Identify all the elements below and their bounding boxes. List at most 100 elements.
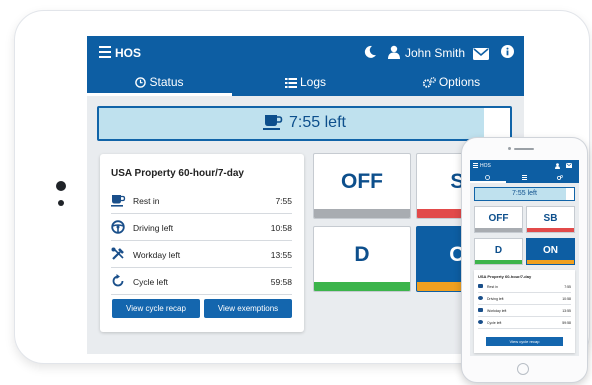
phone-tab-bar — [470, 172, 579, 183]
coffee-cup-icon — [478, 284, 483, 288]
cycle-icon — [112, 274, 124, 287]
list-icon — [522, 175, 527, 180]
hos-summary-card: USA Property 60-hour/7-day Rest in 7:55 … — [100, 154, 304, 332]
tab-logs-label: Logs — [299, 75, 327, 89]
tablet-camera — [56, 181, 66, 191]
summary-row-rest: Rest in 7:55 — [111, 187, 292, 214]
phone-hamburger-menu-icon[interactable] — [473, 163, 478, 169]
ruleset-title: USA Property 60-hour/7-day — [111, 168, 244, 179]
summary-row-driving: Driving left 10:58 — [111, 214, 292, 241]
tools-icon — [478, 308, 483, 312]
tablet-sensor — [58, 200, 64, 206]
phone-mail-icon[interactable] — [566, 163, 572, 168]
phone-hos-summary-card: USA Property 60-hour/7-day Rest in 7:55 … — [474, 270, 575, 353]
tab-status[interactable]: Status — [87, 70, 232, 96]
duty-status-color-strip — [314, 282, 410, 291]
clock-icon — [135, 77, 147, 88]
coffee-cup-icon — [111, 195, 126, 207]
phone-tab-options[interactable] — [542, 172, 578, 183]
phone-speaker — [514, 148, 534, 150]
summary-row-cycle: Cycle left 59:58 — [111, 268, 292, 295]
phone-time-left-text: 7:55 left — [512, 190, 537, 197]
tab-logs[interactable]: Logs — [233, 70, 378, 96]
summary-row-value: 59:58 — [562, 321, 571, 325]
duty-status-label: D — [494, 245, 503, 256]
steering-wheel-icon — [478, 296, 483, 300]
list-icon — [284, 78, 297, 88]
tab-bar: Status Logs Options — [87, 70, 524, 96]
phone-time-left-remaining — [566, 188, 574, 200]
summary-row-value: 13:55 — [270, 250, 292, 260]
view-cycle-recap-button[interactable]: View cycle recap — [112, 299, 200, 318]
phone-device: HOS 7:55 left OFF SB D ON USA Property 6… — [461, 137, 588, 383]
phone-home-button[interactable] — [517, 363, 529, 375]
clock-icon — [485, 175, 490, 180]
phone-tab-status[interactable] — [470, 172, 506, 183]
tab-status-label: Status — [149, 75, 184, 89]
duty-status-label: OFF — [488, 213, 509, 224]
summary-row-value: 7:55 — [275, 196, 292, 206]
phone-summary-row-rest: Rest in 7:55 — [478, 281, 571, 293]
duty-status-color-strip — [527, 260, 574, 264]
gears-icon — [422, 77, 436, 88]
steering-wheel-icon — [111, 220, 125, 234]
duty-status-label: ON — [543, 245, 558, 256]
summary-row-label: Workday left — [487, 309, 507, 313]
phone-summary-row-cycle: Cycle left 59:58 — [478, 317, 571, 329]
phone-duty-status-off-button[interactable]: OFF — [474, 206, 523, 233]
phone-ruleset-title: USA Property 60-hour/7-day — [478, 274, 532, 279]
phone-duty-status-d-button[interactable]: D — [474, 238, 523, 265]
phone-app-header: HOS — [470, 160, 579, 172]
summary-row-label: Driving left — [133, 223, 174, 233]
duty-status-color-strip — [527, 228, 574, 232]
app-header: HOS John Smith — [87, 36, 524, 70]
time-left-text: 7:55 left — [289, 114, 346, 131]
hamburger-menu-icon[interactable] — [99, 46, 111, 60]
summary-row-value: 59:58 — [270, 277, 292, 287]
duty-status-color-strip — [475, 260, 522, 264]
night-mode-icon[interactable] — [364, 45, 377, 64]
duty-status-label: SB — [543, 213, 558, 224]
coffee-cup-icon — [263, 115, 283, 130]
tablet-screen: HOS John Smith Status Logs Options 7:55 … — [87, 36, 524, 354]
phone-duty-status-sb-button[interactable]: SB — [526, 206, 575, 233]
app-title: HOS — [115, 46, 142, 60]
phone-time-left-bar: 7:55 left — [474, 187, 575, 201]
phone-tab-logs[interactable] — [506, 172, 542, 183]
mail-icon[interactable] — [473, 47, 489, 65]
phone-camera — [508, 147, 511, 150]
summary-row-label: Cycle left — [487, 321, 502, 325]
cycle-icon — [478, 320, 483, 324]
view-exemptions-button[interactable]: View exemptions — [204, 299, 292, 318]
user-icon[interactable] — [388, 45, 400, 64]
summary-row-value: 10:58 — [270, 223, 292, 233]
duty-status-label: D — [354, 243, 370, 266]
time-left-bar: 7:55 left — [97, 106, 512, 141]
tab-options-label: Options — [438, 75, 481, 89]
gears-icon — [557, 175, 563, 180]
summary-row-label: Rest in — [487, 285, 498, 289]
duty-status-label: OFF — [341, 170, 383, 193]
phone-screen: HOS 7:55 left OFF SB D ON USA Property 6… — [470, 160, 579, 356]
summary-row-label: Cycle left — [133, 277, 168, 287]
summary-row-value: 7:55 — [564, 285, 571, 289]
phone-duty-status-on-button[interactable]: ON — [526, 238, 575, 265]
tools-icon — [111, 247, 124, 260]
duty-status-off-button[interactable]: OFF — [313, 153, 411, 219]
phone-summary-row-workday: Workday left 13:55 — [478, 305, 571, 317]
phone-view-cycle-recap-button[interactable]: View cycle recap — [486, 337, 563, 346]
user-name[interactable]: John Smith — [405, 46, 465, 60]
phone-summary-row-driving: Driving left 10:58 — [478, 293, 571, 305]
summary-row-workday: Workday left 13:55 — [111, 241, 292, 268]
duty-status-color-strip — [475, 228, 522, 232]
duty-status-color-strip — [314, 209, 410, 218]
info-icon[interactable] — [501, 45, 514, 63]
summary-row-label: Driving left — [487, 297, 504, 301]
phone-user-icon[interactable] — [555, 163, 560, 169]
summary-row-label: Rest in — [133, 196, 160, 206]
summary-row-label: Workday left — [133, 250, 181, 260]
summary-row-value: 13:55 — [562, 309, 571, 313]
duty-status-d-button[interactable]: D — [313, 226, 411, 292]
phone-app-title: HOS — [480, 163, 491, 169]
tab-options[interactable]: Options — [379, 70, 524, 96]
